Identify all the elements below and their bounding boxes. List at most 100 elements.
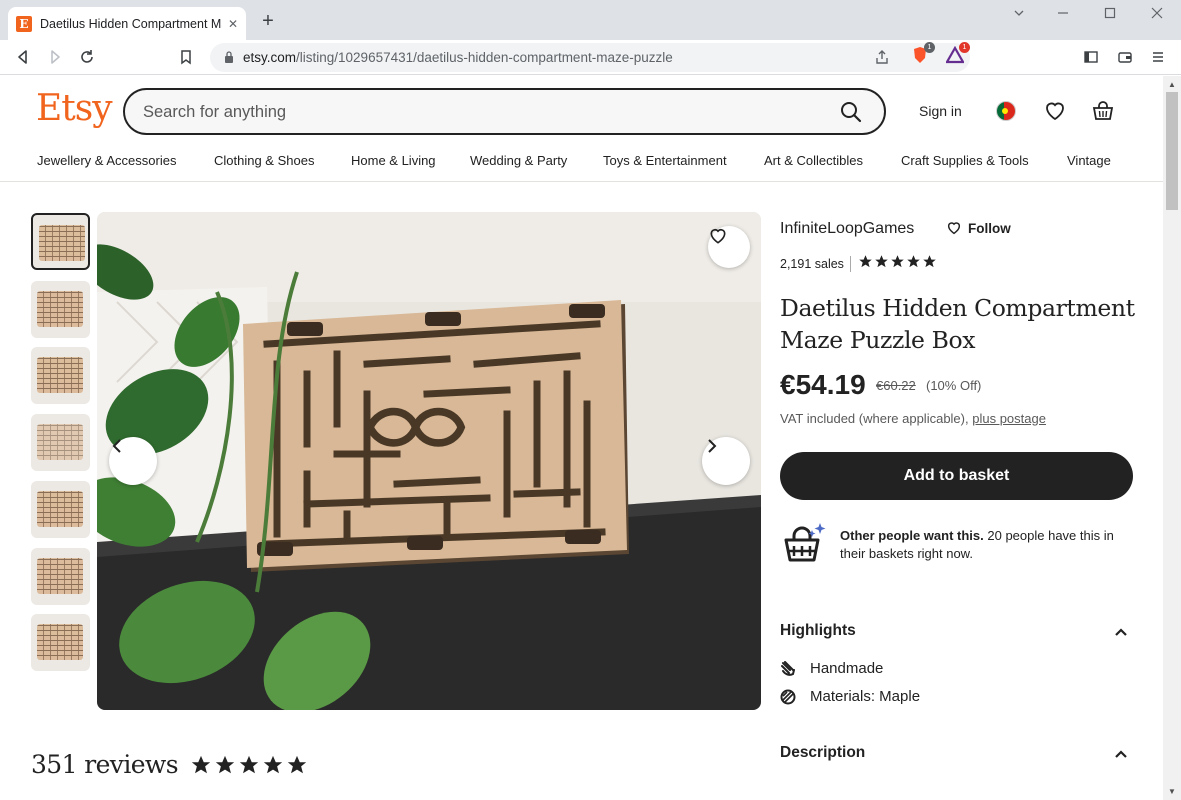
follow-heart-icon (947, 222, 961, 235)
category-wedding[interactable]: Wedding & Party (470, 153, 567, 168)
postage-link[interactable]: plus postage (972, 411, 1046, 426)
reviews-stars (190, 754, 308, 776)
etsy-logo[interactable]: Etsy (36, 88, 113, 129)
category-jewellery[interactable]: Jewellery & Accessories (37, 153, 176, 168)
shop-rating-stars[interactable] (858, 254, 937, 269)
browser-tab[interactable]: E Daetilus Hidden Compartment Maze Puzzl… (8, 7, 246, 40)
new-tab-button[interactable]: + (256, 10, 280, 33)
category-vintage[interactable]: Vintage (1067, 153, 1111, 168)
favorites-heart-icon[interactable] (1043, 99, 1067, 123)
brave-shield-icon[interactable]: 1 (911, 42, 935, 64)
search-bar (123, 88, 886, 135)
category-toys[interactable]: Toys & Entertainment (603, 153, 727, 168)
address-bar[interactable]: etsy.com/listing/1029657431/daetilus-hid… (210, 43, 970, 72)
sales-count: 2,191 sales (780, 257, 844, 271)
add-to-basket-button[interactable]: Add to basket (780, 452, 1133, 500)
reviews-count: 351 reviews (31, 750, 179, 779)
star-icon (191, 755, 211, 773)
sidebar-icon[interactable] (1080, 46, 1102, 68)
portugal-flag-icon[interactable] (996, 101, 1016, 121)
product-thumbnail-5[interactable] (31, 481, 90, 538)
category-art[interactable]: Art & Collectibles (764, 153, 863, 168)
wallet-icon[interactable] (1114, 46, 1136, 68)
minimize-icon[interactable] (1048, 6, 1078, 23)
maze-puzzle-box-illustration (97, 212, 761, 710)
bookmark-icon[interactable] (175, 46, 197, 68)
product-thumbnail-3[interactable] (31, 347, 90, 404)
forward-icon[interactable] (44, 46, 66, 68)
demand-bold: Other people want this. (840, 528, 984, 543)
scroll-up-arrow-icon[interactable]: ▲ (1168, 80, 1176, 89)
demand-notice: Other people want this. 20 people have t… (780, 518, 1140, 568)
category-nav: Jewellery & Accessories Clothing & Shoes… (0, 150, 1163, 182)
basket-sparkle-icon (784, 523, 826, 562)
url-host: etsy.com (243, 50, 297, 65)
product-thumbnail-1[interactable] (31, 213, 90, 270)
url-text: etsy.com/listing/1029657431/daetilus-hid… (243, 50, 673, 65)
star-icon (923, 255, 936, 268)
follow-label: Follow (968, 220, 1011, 236)
next-image-button[interactable] (702, 437, 750, 485)
highlights-heading[interactable]: Highlights (780, 622, 1130, 640)
close-window-icon[interactable] (1142, 6, 1172, 23)
category-clothing[interactable]: Clothing & Shoes (214, 153, 314, 168)
description-body-clipped (780, 794, 1120, 800)
sign-in-link[interactable]: Sign in (919, 103, 962, 119)
search-icon[interactable] (840, 101, 862, 123)
back-icon[interactable] (12, 46, 34, 68)
lock-icon (225, 51, 233, 63)
highlight-handmade: Handmade (780, 660, 883, 677)
brave-rewards-icon[interactable]: 1 (945, 42, 970, 64)
highlight-handmade-label: Handmade (810, 660, 884, 677)
url-path: /listing/1029657431/daetilus-hidden-comp… (296, 50, 673, 65)
star-icon (891, 255, 904, 268)
material-icon (780, 689, 796, 704)
shop-name-link[interactable]: InfiniteLoopGames (780, 220, 914, 238)
vat-note: VAT included (where applicable), plus po… (780, 411, 1046, 426)
category-craft[interactable]: Craft Supplies & Tools (901, 153, 1029, 168)
category-home[interactable]: Home & Living (351, 153, 436, 168)
star-icon (239, 755, 259, 773)
share-icon[interactable] (874, 49, 890, 65)
scroll-down-arrow-icon[interactable]: ▼ (1168, 787, 1176, 796)
heart-icon (710, 228, 726, 244)
basket-icon[interactable] (1091, 99, 1115, 123)
search-input[interactable] (143, 100, 823, 124)
page-scrollbar[interactable]: ▲ ▼ (1163, 76, 1181, 800)
star-icon (215, 755, 235, 773)
discount-label: (10% Off) (926, 378, 982, 393)
star-icon (875, 255, 888, 268)
brave-badge: 1 (924, 42, 935, 53)
previous-image-button[interactable] (109, 437, 157, 485)
product-title: Daetilus Hidden Compartment Maze Puzzle … (780, 294, 1135, 354)
product-thumbnail-4[interactable] (31, 414, 90, 471)
current-price: €54.19 (780, 369, 866, 400)
tab-title: Daetilus Hidden Compartment Maze Puzzle … (40, 16, 222, 31)
scroll-thumb[interactable] (1166, 92, 1178, 210)
product-thumbnail-2[interactable] (31, 281, 90, 338)
close-tab-icon[interactable]: ✕ (228, 17, 238, 31)
add-to-favourites-button[interactable] (708, 226, 750, 268)
star-icon (907, 255, 920, 268)
product-main-image[interactable] (97, 212, 761, 710)
chevron-up-icon[interactable] (1114, 747, 1128, 761)
highlight-materials-label: Materials: Maple (810, 688, 921, 705)
etsy-favicon-icon: E (16, 15, 32, 32)
browser-toolbar: etsy.com/listing/1029657431/daetilus-hid… (0, 40, 1181, 75)
tab-search-icon[interactable] (1004, 6, 1034, 23)
menu-icon[interactable] (1147, 46, 1169, 68)
highlight-materials: Materials: Maple (780, 688, 920, 705)
description-heading[interactable]: Description (780, 744, 1130, 762)
original-price: €60.22 (876, 378, 916, 393)
star-icon (859, 255, 872, 268)
chevron-right-icon (708, 439, 717, 453)
demand-text: Other people want this. 20 people have t… (840, 527, 1140, 563)
product-thumbnail-6[interactable] (31, 548, 90, 605)
chevron-up-icon[interactable] (1114, 625, 1128, 639)
reload-icon[interactable] (76, 46, 98, 68)
chevron-left-icon (112, 439, 121, 453)
star-icon (263, 755, 283, 773)
maximize-icon[interactable] (1095, 6, 1125, 23)
product-thumbnail-7[interactable] (31, 614, 90, 671)
follow-shop-button[interactable]: Follow (946, 220, 1011, 236)
